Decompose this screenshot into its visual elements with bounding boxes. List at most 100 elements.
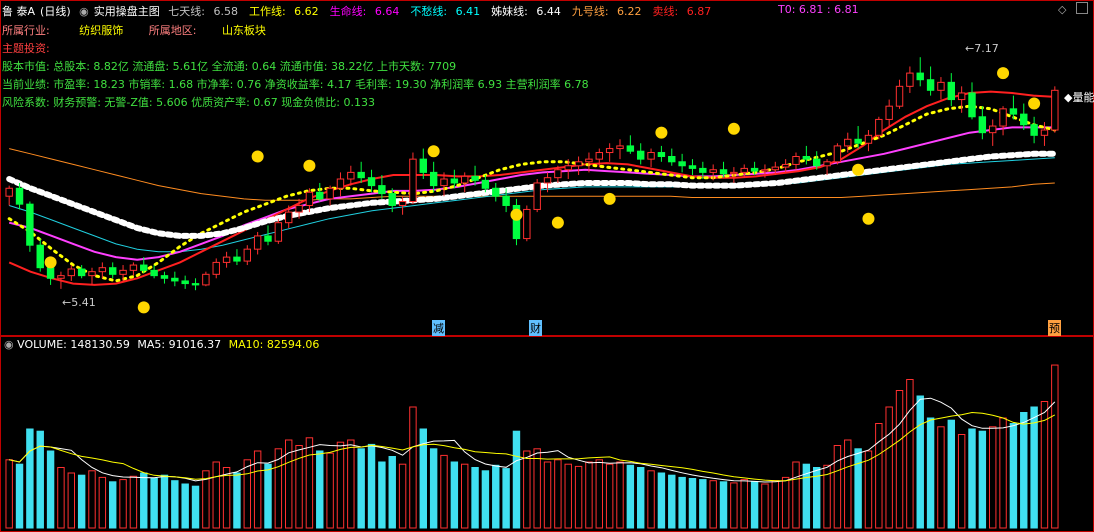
volume-bar <box>15 463 24 529</box>
candle-body <box>812 158 821 167</box>
candle-body <box>253 235 262 250</box>
volume-bar <box>26 428 34 529</box>
candle-body <box>140 264 148 271</box>
region-label: 所属地区: <box>148 24 197 37</box>
ma-legend-item: 不愁线: 6.41 <box>410 5 485 18</box>
candle-body <box>222 256 231 263</box>
financial-report-marker[interactable]: 财 <box>529 320 542 336</box>
candle-body <box>957 92 966 101</box>
candle-body <box>875 118 883 136</box>
candle-body <box>398 201 407 206</box>
candle-body <box>67 268 76 277</box>
ma-legend: 七天线: 6.58 工作线: 6.62 生命线: 6.64 不愁线: 6.41 姊妹线:… <box>168 5 722 18</box>
candle-body <box>626 145 635 152</box>
t0-readout: T0: 6.81 : 6.81 <box>778 3 859 16</box>
candle-body <box>699 167 707 173</box>
stock-name[interactable]: 鲁 泰A <box>2 5 35 18</box>
volume-bar <box>574 465 583 529</box>
volume-bar <box>243 459 252 529</box>
candle-body <box>678 161 686 167</box>
sister-line <box>6 150 1058 239</box>
candle-body <box>636 150 645 160</box>
smile-icon <box>862 212 875 225</box>
ma-legend-value: 6.58 <box>209 5 238 18</box>
volume-bar <box>616 461 624 529</box>
candle-body <box>212 261 220 275</box>
smile-icon <box>44 256 57 269</box>
smile-icon <box>137 301 150 314</box>
frown-icon <box>303 159 316 172</box>
candle-body <box>1009 108 1018 115</box>
collapse-icon[interactable]: ◉ <box>79 5 89 18</box>
ma-legend-label: 不愁线: <box>410 5 448 18</box>
volume-bar <box>947 419 956 529</box>
candle-body <box>595 152 604 160</box>
smile-icon <box>551 216 564 229</box>
volume-bar <box>657 472 666 529</box>
candle-body <box>916 72 924 81</box>
volume-value: 148130.59 <box>70 338 130 351</box>
share-info: 股本市值: 总股本: 8.82亿 流通盘: 5.61亿 全流通: 0.64 流通… <box>2 60 457 73</box>
candle-body <box>243 248 252 262</box>
volume-bar <box>626 464 635 529</box>
candle-body <box>471 175 479 181</box>
indicator-name[interactable]: 实用操盘主图 <box>94 5 160 18</box>
volume-bar <box>119 479 127 529</box>
volume-bar <box>1030 406 1038 529</box>
volume-bar <box>108 481 117 529</box>
candle-body <box>1030 124 1038 136</box>
ma-legend-value: 6.41 <box>452 5 481 18</box>
volume-energy-label: ◆量能 <box>1064 91 1094 104</box>
theme-label: 主题投资: <box>2 42 50 55</box>
ma-legend-item: 生命线: 6.64 <box>330 5 405 18</box>
candle-body <box>429 171 438 187</box>
candle-body <box>771 166 780 171</box>
volume-bar <box>233 472 241 529</box>
candle-body <box>419 158 428 173</box>
candle-body <box>150 269 158 277</box>
ma5-value: 91016.37 <box>168 338 222 351</box>
candle-body <box>46 267 55 279</box>
maximize-icon[interactable] <box>1076 2 1088 14</box>
high-price-label: ←7.17 <box>965 42 999 55</box>
candle-body <box>264 235 272 242</box>
ma-legend-label: 七天线: <box>168 5 205 18</box>
candle-body <box>947 81 956 101</box>
volume-collapse-icon[interactable]: ◉ <box>4 338 14 351</box>
candle-body <box>657 152 666 157</box>
reduce-holding-marker[interactable]: 减 <box>432 320 445 336</box>
volume-bar <box>440 454 448 529</box>
candle-body <box>802 155 811 160</box>
candle-body <box>347 171 355 180</box>
volume-bar <box>699 479 707 529</box>
performance-info: 当前业绩: 市盈率: 18.23 市销率: 1.68 市净率: 0.76 净资收… <box>2 78 589 91</box>
candle-body <box>750 167 759 172</box>
period-label[interactable]: (日线) <box>40 5 71 18</box>
candle-body <box>792 155 800 165</box>
volume-bar <box>916 395 924 529</box>
candle-body <box>388 193 396 206</box>
volume-bar <box>988 426 997 529</box>
ma-legend-item: 七天线: 6.58 <box>168 5 243 18</box>
volume-bar <box>781 476 790 529</box>
ma-legend-value: 6.44 <box>532 5 561 18</box>
forecast-marker[interactable]: 预 <box>1048 320 1061 336</box>
volume-bar <box>46 450 55 529</box>
candle-body <box>88 271 96 277</box>
volume-bar <box>98 476 107 529</box>
candle-body <box>605 148 614 154</box>
candle-body <box>885 105 893 120</box>
ma10-value: 82594.06 <box>266 338 320 351</box>
volume-title[interactable]: VOLUME: <box>17 338 67 351</box>
volume-bar <box>792 461 800 529</box>
volume-bar <box>854 448 862 529</box>
volume-bar <box>77 474 86 529</box>
candle-body <box>968 92 976 118</box>
volume-bar <box>647 470 655 529</box>
volume-header: ◉ VOLUME: 148130.59 MA5: 91016.37 MA10: … <box>4 338 319 351</box>
volume-bar <box>160 474 169 529</box>
candle-body <box>533 182 541 210</box>
diamond-icon[interactable]: ◇ <box>1058 3 1066 16</box>
region-value[interactable]: 山东板块 <box>222 24 266 37</box>
industry-value[interactable]: 纺织服饰 <box>79 24 123 37</box>
